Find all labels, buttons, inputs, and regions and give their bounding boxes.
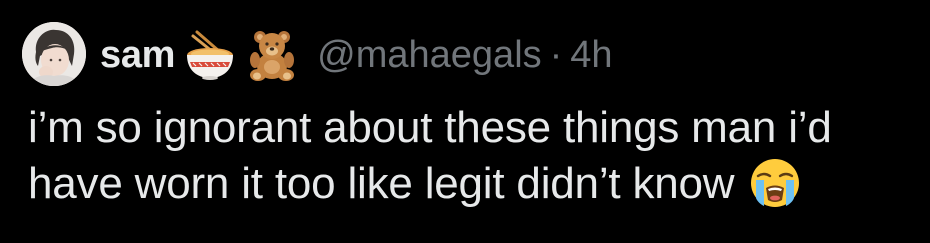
user-handle[interactable]: @mahaegals — [317, 34, 541, 77]
display-name[interactable]: sam — [100, 34, 175, 77]
tweet-text-line-1: i’m so ignorant about these things man i… — [28, 103, 832, 152]
tweet-header: sam @mahaegals · 4h — [100, 26, 613, 84]
ramen-bowl-icon — [183, 28, 237, 82]
tweet-text: i’m so ignorant about these things man i… — [28, 100, 923, 212]
teddy-bear-icon — [245, 28, 299, 82]
avatar-photo — [22, 22, 86, 86]
avatar[interactable] — [22, 22, 86, 86]
timestamp[interactable]: 4h — [570, 34, 612, 77]
tweet-text-line-2-text: have worn it too like legit didn’t know — [28, 159, 735, 208]
tweet[interactable]: sam @mahaegals · 4h i’m so ignorant abou… — [0, 0, 930, 243]
loudly-crying-face-icon — [748, 156, 802, 210]
tweet-text-line-2: have worn it too like legit didn’t know — [28, 156, 923, 212]
separator-dot: · — [549, 33, 563, 76]
